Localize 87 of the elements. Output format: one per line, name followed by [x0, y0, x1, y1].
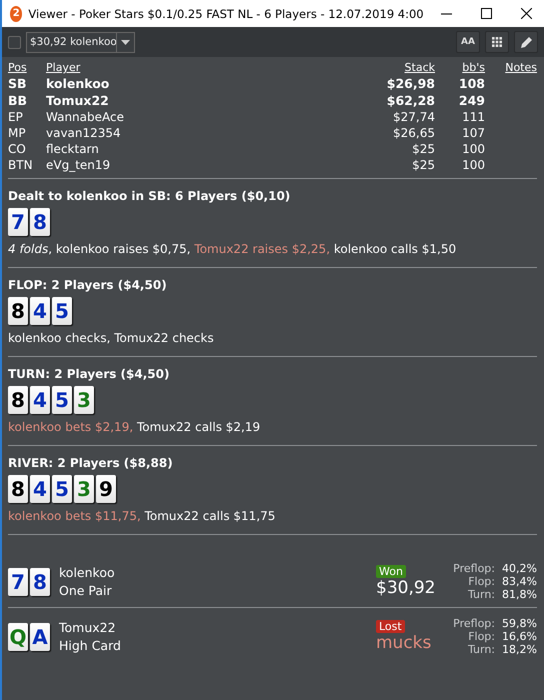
- caret-icon: [121, 40, 130, 44]
- playing-card: 8: [30, 568, 50, 596]
- equity-value: 83,4%: [501, 575, 537, 588]
- stack-cell-text: $26,65: [392, 126, 435, 140]
- street-title: FLOP: 2 Players ($4,50): [8, 278, 168, 292]
- playing-card: 4: [30, 386, 50, 414]
- player-cell-text: kolenkoo: [46, 76, 110, 91]
- playing-card: Q: [8, 622, 28, 650]
- playing-card: 9: [96, 475, 116, 503]
- big-blinds-cell-text: 100: [461, 142, 485, 156]
- playing-card: 4: [30, 475, 50, 503]
- playing-card: 5: [52, 297, 72, 325]
- big-blinds-cell-text: 107: [461, 126, 485, 140]
- position-cell-text: MP: [8, 126, 27, 140]
- result-amount: $30,92: [376, 578, 436, 598]
- checkbox[interactable]: [8, 36, 21, 48]
- column-header[interactable]: Notes: [485, 61, 537, 74]
- maximize-icon: [481, 8, 492, 19]
- playing-card: 5: [52, 475, 72, 503]
- big-blinds-cell-text: 100: [461, 158, 485, 172]
- big-blinds-cell-text: 108: [458, 76, 485, 91]
- action-line: 4 folds, kolenkoo raises $0,75, Tomux22 raises $2,25, kolenkoo calls $1,50: [8, 241, 458, 257]
- street-title: Dealt to kolenkoo in SB: 6 Players ($0,10): [8, 189, 292, 203]
- stack-cell-text: $25: [411, 142, 435, 156]
- playing-card: 4: [30, 297, 50, 325]
- equity-label: Turn:: [466, 588, 495, 601]
- player-cell-text: WannabeAce: [46, 110, 125, 124]
- column-header[interactable]: Pos: [8, 61, 46, 74]
- hand-rank: One Pair: [59, 583, 113, 598]
- street-title: TURN: 2 Players ($4,50): [8, 367, 170, 381]
- result-amount: mucks: [376, 633, 432, 653]
- result-badge: Won: [376, 565, 406, 578]
- playing-card: 3: [74, 386, 94, 414]
- edit-button[interactable]: [514, 31, 538, 53]
- position-cell-text: EP: [8, 110, 24, 124]
- stack-cell-text: $62,28: [386, 93, 435, 108]
- playing-card: 7: [8, 208, 28, 236]
- action-line: kolenkoo bets $2,19, Tomux22 calls $2,19: [8, 419, 262, 435]
- playing-card: 5: [52, 386, 72, 414]
- player-cell-text: vavan12354: [46, 126, 122, 140]
- playing-card: 3: [74, 475, 94, 503]
- equity-label: Turn:: [466, 643, 495, 656]
- grid-button[interactable]: [485, 31, 509, 53]
- result-badge: Lost: [376, 620, 405, 633]
- playing-card: 8: [8, 475, 28, 503]
- playing-card: 7: [8, 568, 28, 596]
- column-header[interactable]: bb's: [435, 61, 485, 74]
- equity-label: Preflop:: [452, 562, 495, 575]
- street-title: RIVER: 2 Players ($8,88): [8, 456, 174, 470]
- equity-value: 59,8%: [501, 617, 537, 630]
- window-title: Viewer - Poker Stars $0.1/0.25 FAST NL - 6 Players - 12.07.2019 4:00: [28, 6, 424, 20]
- app-logo: 2: [10, 6, 22, 22]
- hand-rank: High Card: [59, 638, 122, 653]
- playing-card: 8: [30, 208, 50, 236]
- column-header[interactable]: Stack: [355, 61, 435, 74]
- stack-cell-text: $25: [411, 158, 435, 172]
- action-line: kolenkoo bets $11,75, Tomux22 calls $11,75: [8, 508, 276, 524]
- position-cell-text: BB: [8, 93, 28, 108]
- hand-dropdown[interactable]: $30,92 kolenkoo: [26, 32, 135, 52]
- playing-card: 8: [8, 386, 28, 414]
- equity-label: Flop:: [467, 630, 495, 643]
- equity-label: Flop:: [467, 575, 495, 588]
- player-cell-text: Tomux22: [46, 93, 110, 108]
- equity-value: 81,8%: [501, 588, 537, 601]
- close-icon: [521, 8, 532, 19]
- equity-value: 18,2%: [501, 643, 537, 656]
- equity-value: 40,2%: [501, 562, 537, 575]
- player-name: Tomux22: [59, 620, 117, 635]
- grid-icon: [492, 37, 502, 47]
- equity-value: 16,6%: [501, 630, 537, 643]
- playing-card: 8: [8, 297, 28, 325]
- position-cell-text: SB: [8, 76, 28, 91]
- position-cell-text: CO: [8, 142, 27, 156]
- pencil-icon: [520, 36, 532, 48]
- stack-cell-text: $26,98: [386, 76, 435, 91]
- stack-cell-text: $27,74: [392, 110, 435, 124]
- position-cell-text: BTN: [8, 158, 34, 172]
- playing-card: A: [30, 622, 50, 650]
- player-cell-text: flecktarn: [46, 142, 100, 156]
- big-blinds-cell-text: 249: [458, 93, 485, 108]
- action-line: kolenkoo checks, Tomux22 checks: [8, 330, 215, 346]
- player-name: kolenkoo: [59, 565, 116, 580]
- font-size-button[interactable]: AA: [456, 31, 480, 53]
- big-blinds-cell-text: 111: [461, 110, 485, 124]
- column-header[interactable]: Player: [46, 61, 355, 74]
- equity-label: Preflop:: [452, 617, 495, 630]
- player-cell-text: eVg_ten19: [46, 158, 112, 172]
